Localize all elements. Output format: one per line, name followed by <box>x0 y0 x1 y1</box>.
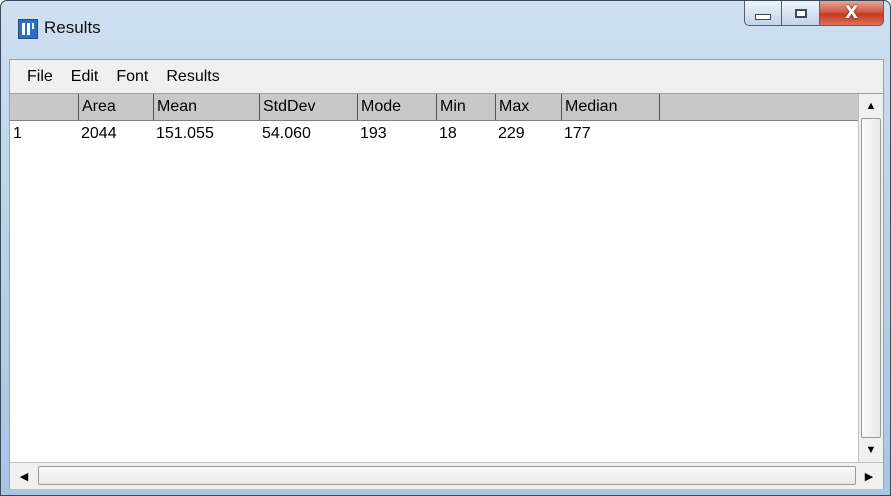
menu-results[interactable]: Results <box>156 68 227 86</box>
arrow-down-icon: ▼ <box>865 444 877 456</box>
cell-stddev: 54.060 <box>262 125 311 142</box>
scroll-right-button[interactable]: ▶ <box>859 466 879 486</box>
cell-min: 18 <box>439 125 457 142</box>
table-header: Area Mean StdDev Mode Min Max Median <box>10 94 858 121</box>
menu-font[interactable]: Font <box>106 68 156 86</box>
cell-index: 1 <box>13 125 22 142</box>
arrow-right-icon: ▶ <box>864 470 874 483</box>
title-bar[interactable]: Results X <box>1 1 890 59</box>
results-table[interactable]: Area Mean StdDev Mode Min Max Median 1 2… <box>10 93 883 489</box>
column-header-max[interactable]: Max <box>495 94 561 120</box>
cell-area: 2044 <box>81 125 117 142</box>
column-header-area[interactable]: Area <box>78 94 153 120</box>
horizontal-scroll-thumb[interactable] <box>38 466 856 485</box>
column-header-empty <box>659 94 858 120</box>
column-header-min[interactable]: Min <box>436 94 495 120</box>
cell-mean: 151.055 <box>156 125 214 142</box>
vertical-scrollbar[interactable]: ▲ ▼ <box>858 94 883 463</box>
menu-edit[interactable]: Edit <box>61 68 107 86</box>
close-button[interactable]: X <box>820 1 884 26</box>
cell-mode: 193 <box>360 125 387 142</box>
column-header-mode[interactable]: Mode <box>357 94 436 120</box>
scroll-down-button[interactable]: ▼ <box>861 440 881 460</box>
close-icon: X <box>844 3 859 23</box>
window-title: Results <box>44 18 101 37</box>
horizontal-scrollbar[interactable]: ◀ ▶ <box>10 462 883 489</box>
cell-max: 229 <box>498 125 525 142</box>
maximize-icon <box>794 8 807 18</box>
column-header-stddev[interactable]: StdDev <box>259 94 357 120</box>
minimize-button[interactable] <box>744 1 782 26</box>
column-header-median[interactable]: Median <box>561 94 659 120</box>
column-header-mean[interactable]: Mean <box>153 94 259 120</box>
imagej-icon <box>18 19 38 39</box>
results-window: Results X File Edit Font Results Area Me… <box>0 0 891 496</box>
cell-median: 177 <box>564 125 591 142</box>
vertical-scroll-thumb[interactable] <box>861 118 881 438</box>
minimize-icon <box>755 14 771 20</box>
scroll-up-button[interactable]: ▲ <box>861 96 881 116</box>
maximize-button[interactable] <box>782 1 820 26</box>
client-area: File Edit Font Results Area Mean StdDev … <box>9 59 884 489</box>
arrow-up-icon: ▲ <box>865 100 877 112</box>
menu-bar: File Edit Font Results <box>10 60 883 93</box>
scroll-left-button[interactable]: ◀ <box>14 466 34 486</box>
column-header-index[interactable] <box>10 94 78 120</box>
arrow-left-icon: ◀ <box>19 470 29 483</box>
menu-file[interactable]: File <box>10 68 61 86</box>
table-row[interactable]: 1 2044 151.055 54.060 193 18 229 177 <box>10 121 858 145</box>
